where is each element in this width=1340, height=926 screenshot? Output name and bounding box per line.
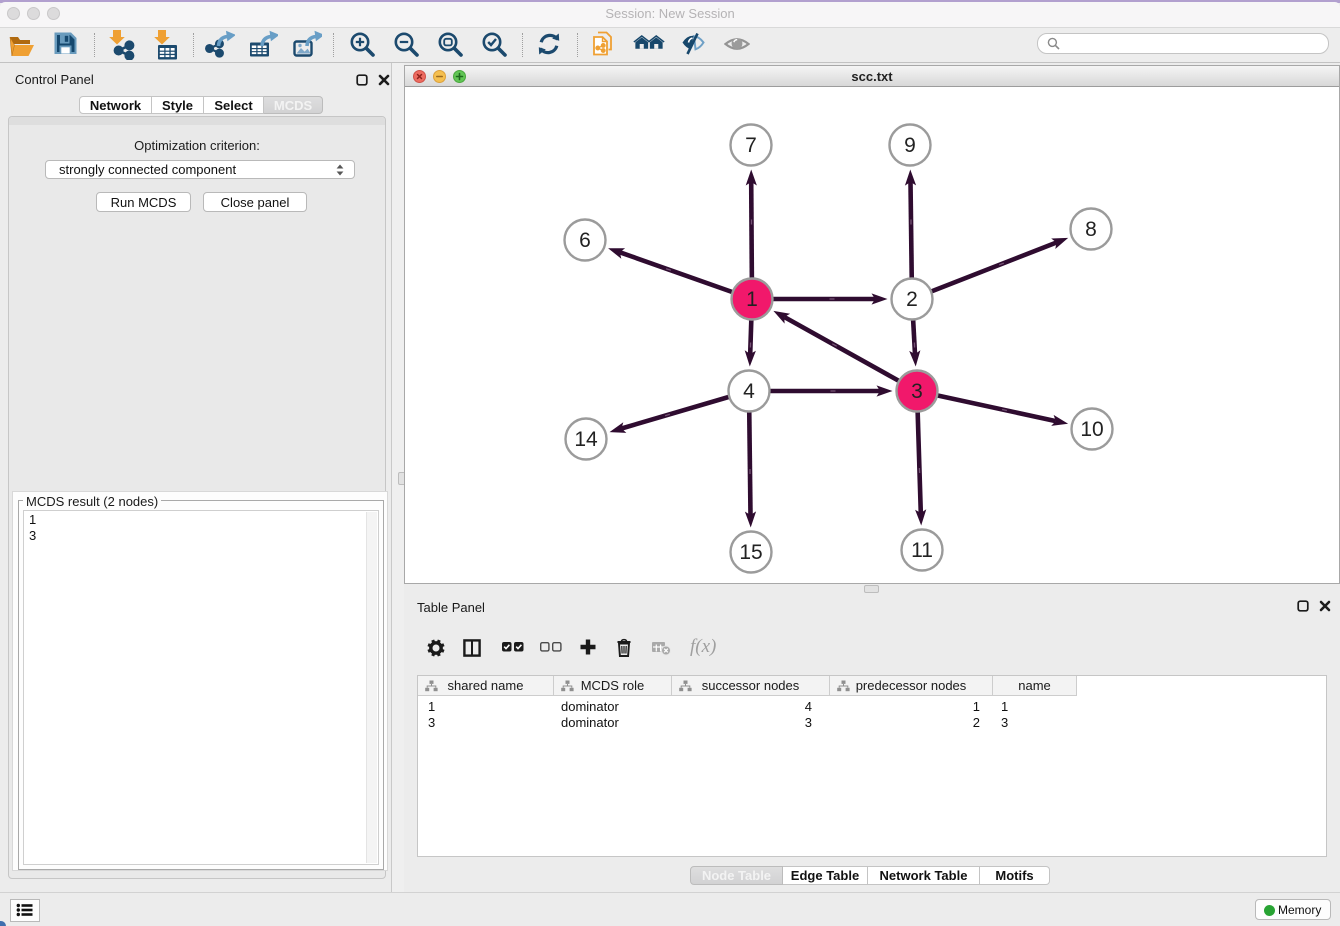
svg-text:9: 9 <box>904 134 916 157</box>
svg-text:1: 1 <box>746 288 758 311</box>
svg-text:4: 4 <box>743 380 755 403</box>
svg-text:2: 2 <box>906 288 918 311</box>
svg-text:11: 11 <box>911 539 933 562</box>
svg-text:15: 15 <box>739 541 762 564</box>
svg-text:3: 3 <box>911 380 923 403</box>
svg-text:14: 14 <box>574 428 598 451</box>
svg-text:10: 10 <box>1080 418 1103 441</box>
svg-text:8: 8 <box>1085 218 1097 241</box>
svg-text:7: 7 <box>745 134 757 157</box>
svg-text:6: 6 <box>579 229 591 252</box>
